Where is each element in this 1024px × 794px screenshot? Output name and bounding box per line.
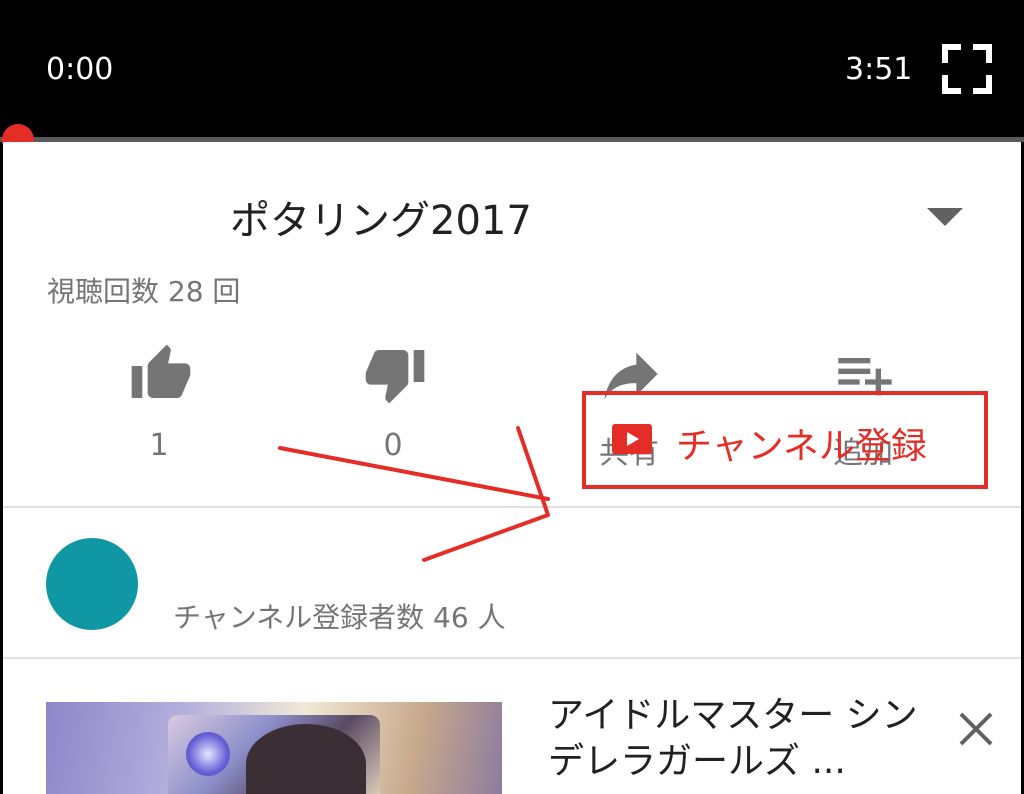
video-duration: 3:51 — [845, 52, 913, 87]
expand-description-button[interactable] — [923, 202, 967, 230]
like-button[interactable]: 1 — [69, 342, 249, 472]
view-count: 視聴回数 28 回 — [47, 275, 241, 308]
video-title[interactable]: ポタリング2017 — [230, 188, 532, 246]
dislike-button[interactable]: 0 — [303, 342, 483, 472]
recommended-video-title[interactable]: アイドルマスター シンデレラガールズ ... — [548, 693, 938, 785]
like-count: 1 — [149, 428, 169, 463]
divider — [3, 506, 1021, 508]
divider — [3, 657, 1021, 659]
play-icon — [612, 424, 652, 454]
channel-avatar[interactable] — [46, 538, 138, 630]
thumbnail-flower — [186, 732, 230, 776]
thumbnail-figure — [246, 724, 366, 794]
recommended-video-thumbnail[interactable] — [46, 702, 502, 794]
thumbs-up-icon — [131, 344, 191, 398]
dislike-count: 0 — [383, 428, 403, 463]
thumbs-down-icon — [365, 350, 425, 404]
dismiss-button[interactable] — [955, 708, 997, 750]
subscriber-count: チャンネル登録者数 46 人 — [173, 601, 506, 634]
fullscreen-icon — [942, 44, 992, 94]
video-player[interactable]: 0:00 3:51 — [0, 0, 1024, 156]
dropdown-arrow-icon — [927, 208, 963, 226]
subscribe-label: チャンネル登録 — [676, 426, 927, 467]
close-icon — [959, 712, 993, 746]
fullscreen-button[interactable] — [942, 44, 992, 94]
subscribe-button[interactable]: チャンネル登録 — [582, 391, 988, 489]
current-time: 0:00 — [46, 52, 114, 87]
